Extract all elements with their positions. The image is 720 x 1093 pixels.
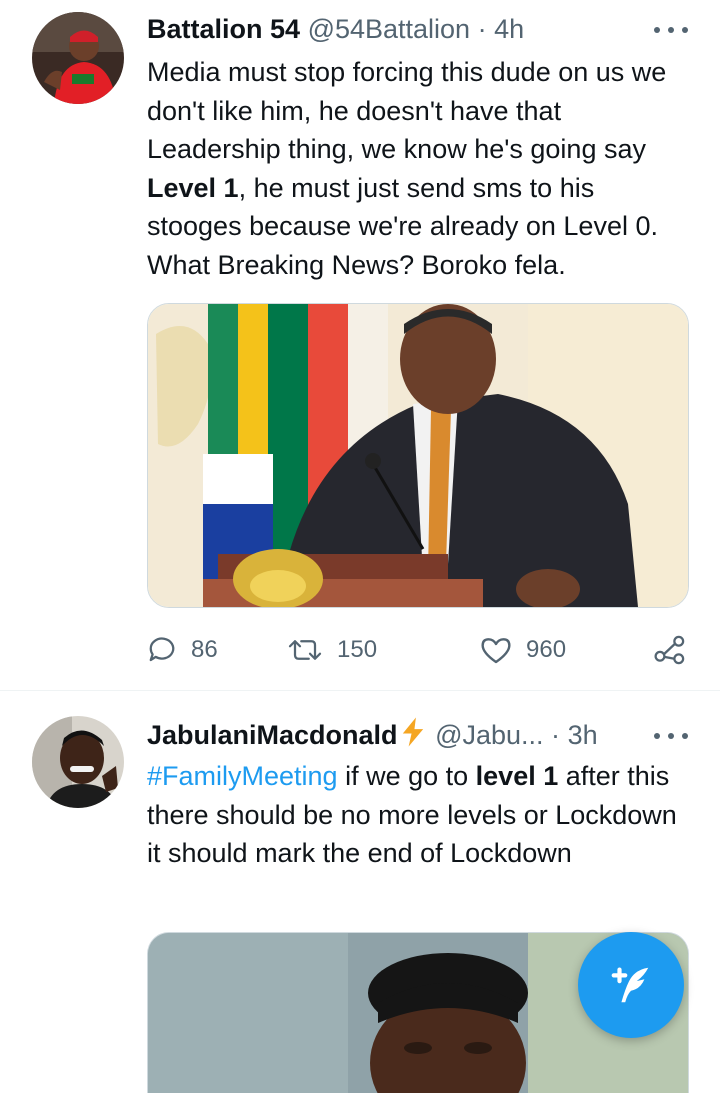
retweet-button[interactable]: 150 [287,628,377,672]
share-icon [654,635,685,665]
tweet-text-bold: Level 1 [147,172,239,203]
lightning-badge-icon [398,716,428,756]
tweet-text: Media must stop forcing this dude on us … [147,53,692,284]
tweet-text-part: if we go to [337,761,476,791]
tweet-header: JabulaniMacdonald @Jabu... · 3h [147,716,598,756]
timestamp[interactable]: 3h [568,720,598,750]
tweet-text: #FamilyMeeting if we go to level 1 after… [147,757,692,873]
more-icon[interactable] [654,730,688,742]
reply-icon [149,637,175,662]
handle[interactable]: @Jabu... [435,720,543,750]
avatar[interactable] [32,716,124,808]
timestamp[interactable]: 4h [494,14,524,44]
handle[interactable]: @54Battalion [308,14,471,44]
heart-icon [481,638,511,664]
avatar[interactable] [32,12,124,104]
compose-tweet-icon [611,967,649,1003]
tweet-image[interactable] [147,303,689,608]
tweet-actions: 86 150 960 [147,628,692,672]
separator: · [551,720,561,750]
more-icon[interactable] [654,24,688,36]
reply-count: 86 [191,636,218,663]
separator: · [477,14,487,44]
display-name[interactable]: Battalion 54 [147,14,300,44]
tweet-battalion54[interactable]: Battalion 54 @54Battalion · 4h Media mus… [0,0,720,690]
share-button[interactable] [653,628,701,672]
tweet-divider [0,690,720,691]
tweet-header: Battalion 54 @54Battalion · 4h [147,12,524,46]
tweet-text-part: Media must stop forcing this dude on us … [147,57,667,164]
hashtag-link[interactable]: #FamilyMeeting [147,761,338,791]
reply-button[interactable]: 86 [147,628,218,672]
tweet-text-bold: level 1 [475,761,559,791]
retweet-count: 150 [337,636,378,663]
like-button[interactable]: 960 [480,628,566,672]
like-count: 960 [526,636,567,663]
display-name[interactable]: JabulaniMacdonald [147,720,398,750]
retweet-icon [288,640,322,660]
compose-tweet-button[interactable] [578,932,684,1038]
